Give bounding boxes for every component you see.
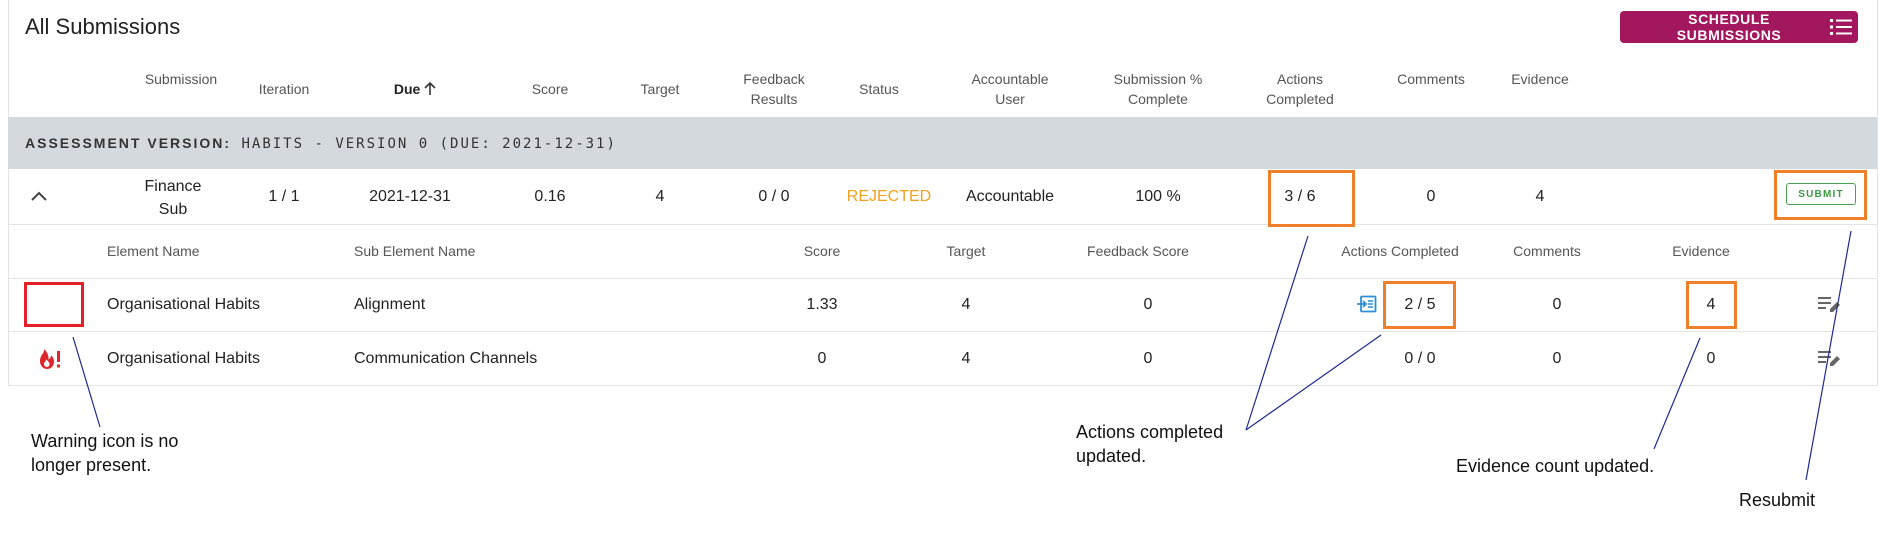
annotation-line-actions-a	[1245, 235, 1309, 431]
annotation-actions-line1: Actions completed	[1076, 422, 1224, 442]
annotation-evidence: Evidence count updated.	[1456, 456, 1655, 476]
annotation-line-resubmit	[1805, 230, 1852, 481]
annotation-line-warning	[72, 336, 101, 428]
annotation-actions: Actions completed updated.	[1076, 420, 1223, 468]
annotation-warning-line1: Warning icon is no	[31, 431, 179, 451]
annotation-actions-line2: updated.	[1076, 446, 1147, 466]
annotation-line-evidence	[1653, 337, 1701, 450]
annotation-warning-line2: longer present.	[31, 455, 152, 475]
annotation-line-actions-b	[1245, 334, 1382, 431]
annotation-warning: Warning icon is no longer present.	[31, 429, 178, 477]
annotation-resubmit: Resubmit	[1739, 490, 1816, 510]
